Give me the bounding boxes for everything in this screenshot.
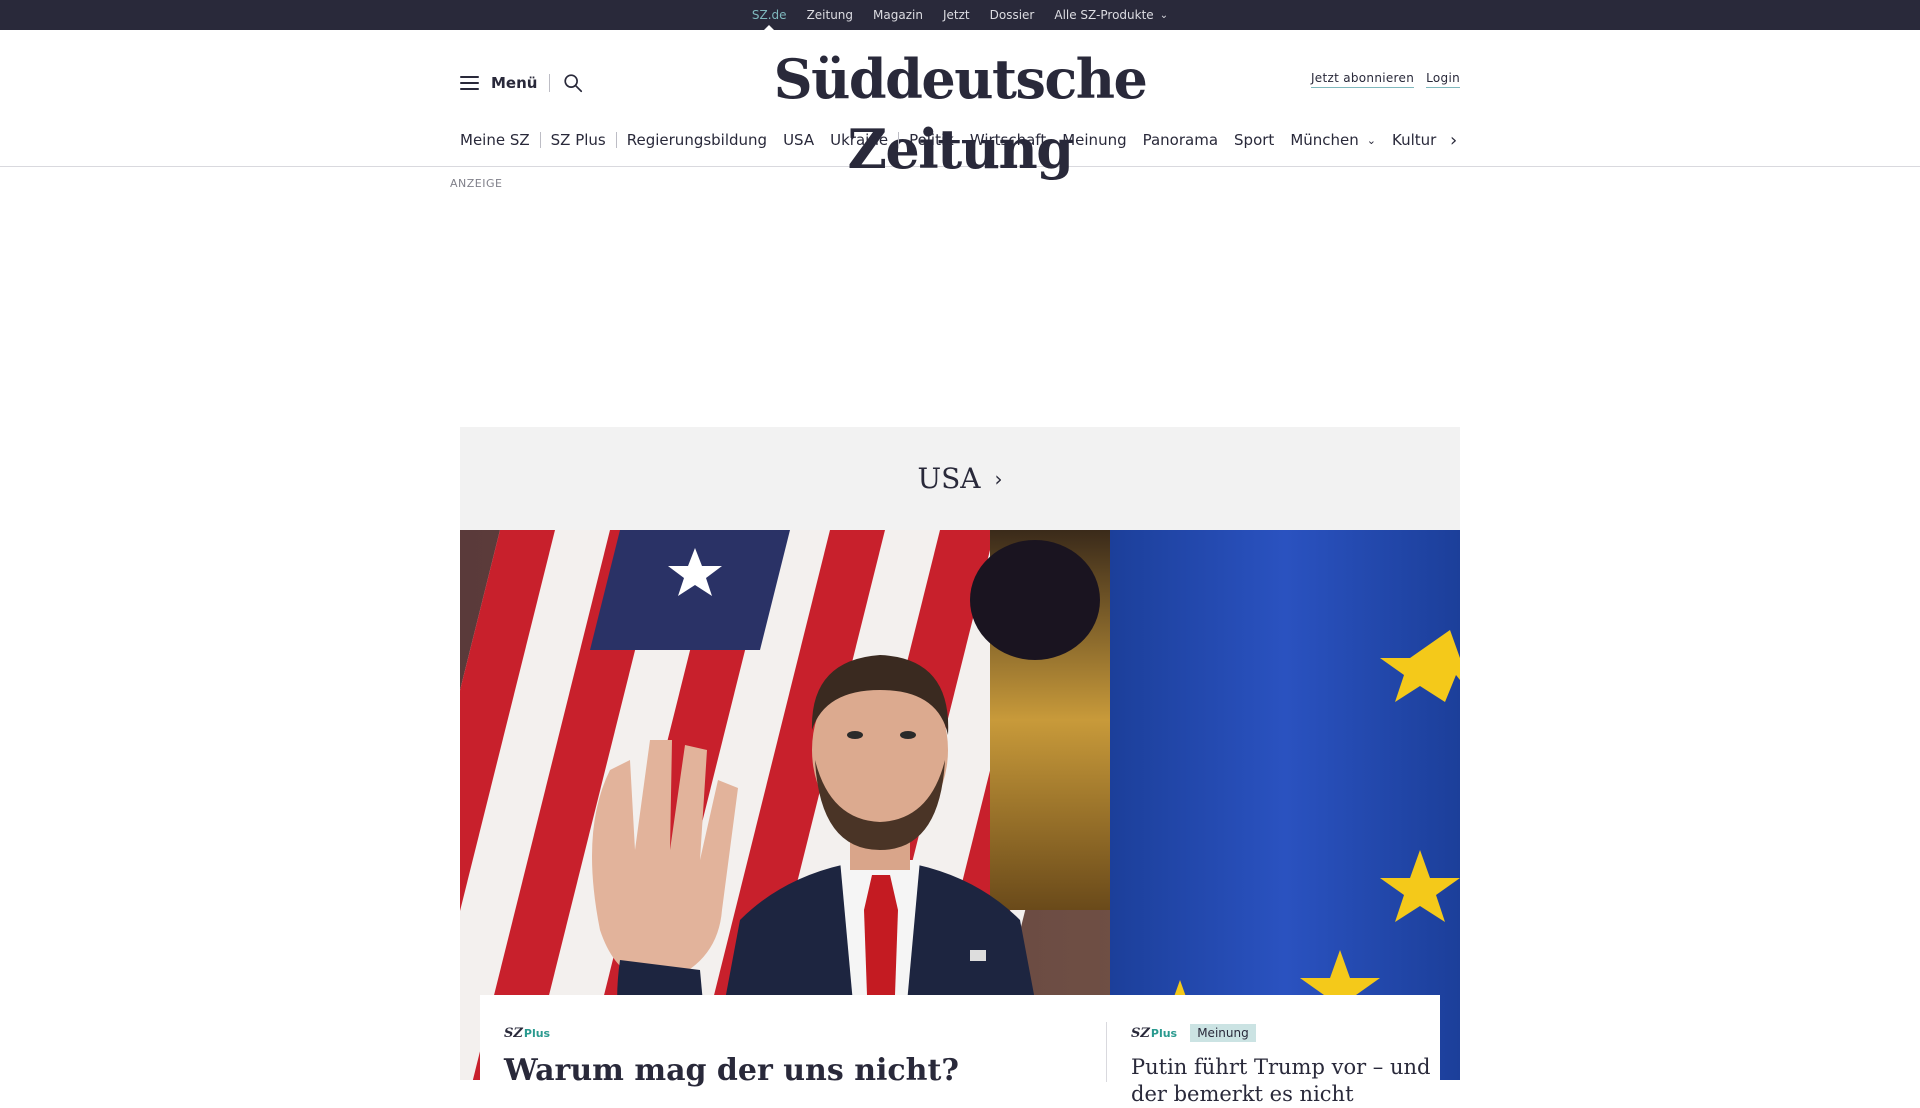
nav-next-icon[interactable]: › [1450,130,1457,151]
teaser-side-headline[interactable]: Putin führt Trump vor – und der bemerkt … [1131,1054,1431,1108]
nav-divider [540,132,541,148]
category-badge: Meinung [1190,1024,1256,1042]
search-icon[interactable] [562,72,584,94]
nav-divider [616,132,617,148]
section-header-usa[interactable]: USA › [460,427,1460,530]
nav-item-meine-sz[interactable]: Meine SZ [460,131,530,149]
menu-label: Menü [491,74,537,92]
topbar-link-zeitung[interactable]: Zeitung [807,0,853,30]
nav-item-politik[interactable]: Politik [909,131,954,149]
nav-item-kultur[interactable]: Kultur [1392,131,1436,149]
menu-button[interactable]: Menü [460,72,584,94]
nav-item-wirtschaft[interactable]: Wirtschaft [970,131,1046,149]
site-header: Menü Süddeutsche Zeitung Jetzt abonniere… [0,30,1920,167]
topbar-link-szde[interactable]: SZ.de [752,0,787,30]
chevron-right-icon: › [995,467,1003,491]
nav-item-usa[interactable]: USA [783,131,814,149]
sz-plus-logo-sz: SZ [504,1026,523,1041]
sz-plus-logo-plus: Plus [524,1027,550,1040]
section-title: USA [918,462,981,495]
subscribe-link[interactable]: Jetzt abonnieren [1311,71,1414,88]
site-logo[interactable]: Süddeutsche Zeitung [720,44,1200,184]
nav-item-panorama[interactable]: Panorama [1143,131,1218,149]
nav-item-sz-plus[interactable]: SZ Plus [551,131,606,149]
teaser-main-headline[interactable]: Warum mag der uns nicht? [504,1053,1084,1088]
topbar-link-magazin[interactable]: Magazin [873,0,923,30]
nav-item-muenchen[interactable]: München ⌄ [1290,131,1376,149]
sz-plus-logo: SZPlus [1131,1026,1177,1041]
sz-plus-logo: SZPlus [504,1026,550,1041]
chevron-down-icon: ⌄ [1367,134,1376,147]
sz-plus-logo-sz: SZ [1131,1026,1150,1041]
topbar-link-alle-produkte-label: Alle SZ-Produkte [1054,8,1153,22]
top-bar: SZ.de Zeitung Magazin Jetzt Dossier Alle… [0,0,1920,30]
topbar-link-alle-produkte[interactable]: Alle SZ-Produkte ⌄ [1054,0,1168,30]
main-nav: Meine SZ SZ Plus Regierungsbildung USA U… [460,129,1452,151]
account-links: Jetzt abonnieren Login [1311,71,1460,88]
topbar-link-jetzt[interactable]: Jetzt [943,0,970,30]
teaser-divider [1106,1022,1107,1082]
nav-item-sport[interactable]: Sport [1234,131,1274,149]
teaser-main[interactable]: SZPlus Warum mag der uns nicht? [504,1022,1084,1088]
nav-item-muenchen-label: München [1290,131,1358,149]
teaser-side[interactable]: SZPlus Meinung Putin führt Trump vor – u… [1131,1022,1431,1108]
nav-item-regierungsbildung[interactable]: Regierungsbildung [627,131,767,149]
chevron-down-icon: ⌄ [1160,10,1168,21]
login-link[interactable]: Login [1426,71,1460,88]
topbar-link-dossier[interactable]: Dossier [990,0,1035,30]
nav-item-ukraine[interactable]: Ukraine [830,131,888,149]
nav-divider [898,132,899,148]
nav-item-meinung[interactable]: Meinung [1062,131,1126,149]
hamburger-icon [460,76,479,90]
sz-plus-logo-plus: Plus [1151,1027,1177,1040]
divider [549,74,550,92]
teaser-card: SZPlus Warum mag der uns nicht? SZPlus M… [480,995,1440,1080]
ad-label: ANZEIGE [450,177,502,190]
